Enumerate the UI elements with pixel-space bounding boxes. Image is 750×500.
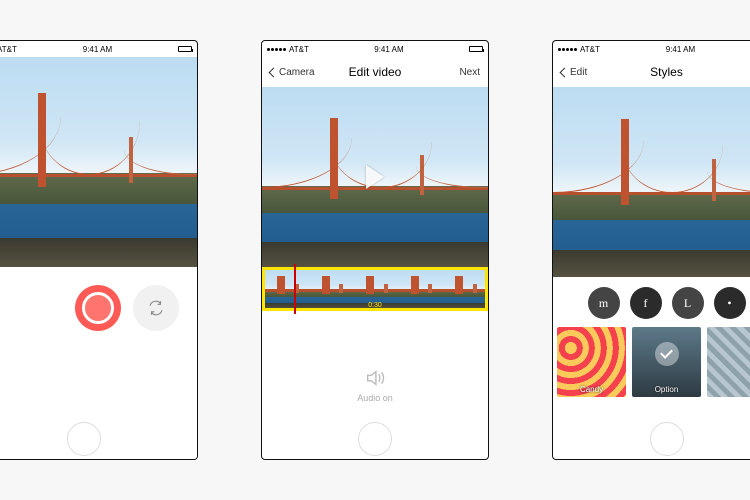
record-button[interactable] xyxy=(75,285,121,331)
back-label: Edit xyxy=(570,67,587,78)
status-bar: AT&T 9:41 AM xyxy=(553,41,750,57)
phone-styles-screen: AT&T 9:41 AM Edit Styles m f L • Candy O… xyxy=(552,40,750,460)
nav-bar: Camera Edit video Next xyxy=(262,57,488,87)
chevron-left-icon xyxy=(269,67,279,77)
carrier-label: AT&T xyxy=(0,45,17,54)
nav-bar: Edit Styles xyxy=(553,57,750,87)
speaker-icon xyxy=(364,367,386,389)
back-label: Camera xyxy=(279,67,315,78)
home-button[interactable] xyxy=(650,422,684,456)
next-label: Next xyxy=(459,67,480,78)
phone-camera-screen: AT&T 9:41 AM VIDEO xyxy=(0,40,198,460)
trim-timeline[interactable]: 0:30 xyxy=(262,267,488,311)
style-thumbnail[interactable]: Candy xyxy=(557,327,626,397)
phone-edit-video-screen: AT&T 9:41 AM Camera Edit video Next 0:30 xyxy=(261,40,489,460)
home-button[interactable] xyxy=(67,422,101,456)
style-thumbnails-row: Candy Option xyxy=(553,327,750,401)
clock-label: 9:41 AM xyxy=(374,45,403,54)
style-thumbnail[interactable] xyxy=(707,327,750,397)
audio-label: Audio on xyxy=(357,393,393,403)
switch-camera-button[interactable] xyxy=(133,285,179,331)
battery-icon xyxy=(469,46,483,52)
video-preview[interactable] xyxy=(262,87,488,267)
style-thumb-label: Option xyxy=(632,385,701,394)
style-category-button[interactable]: m xyxy=(588,287,620,319)
timeline-duration: 0:30 xyxy=(368,302,382,309)
clock-label: 9:41 AM xyxy=(666,45,695,54)
style-thumbnail[interactable]: Option xyxy=(632,327,701,397)
checkmark-icon xyxy=(655,342,679,366)
style-category-button[interactable]: • xyxy=(714,287,746,319)
switch-camera-icon xyxy=(147,299,165,317)
style-category-row: m f L • xyxy=(553,277,750,327)
page-title: Edit video xyxy=(325,65,425,79)
status-bar: AT&T 9:41 AM xyxy=(262,41,488,57)
home-button[interactable] xyxy=(358,422,392,456)
style-category-button[interactable]: f xyxy=(630,287,662,319)
status-bar: AT&T 9:41 AM xyxy=(0,41,197,57)
carrier-label: AT&T xyxy=(289,45,309,54)
camera-viewfinder xyxy=(0,57,197,267)
style-category-button[interactable]: L xyxy=(672,287,704,319)
style-thumb-label: Candy xyxy=(557,385,626,394)
playhead[interactable] xyxy=(294,264,296,314)
page-title: Styles xyxy=(616,65,717,79)
chevron-left-icon xyxy=(560,67,570,77)
battery-icon xyxy=(178,46,192,52)
back-button[interactable]: Edit xyxy=(561,67,616,78)
play-icon xyxy=(366,165,384,189)
carrier-label: AT&T xyxy=(580,45,600,54)
styled-preview xyxy=(553,87,750,277)
clock-label: 9:41 AM xyxy=(83,45,112,54)
back-button[interactable]: Camera xyxy=(270,67,325,78)
next-button[interactable]: Next xyxy=(425,67,480,78)
